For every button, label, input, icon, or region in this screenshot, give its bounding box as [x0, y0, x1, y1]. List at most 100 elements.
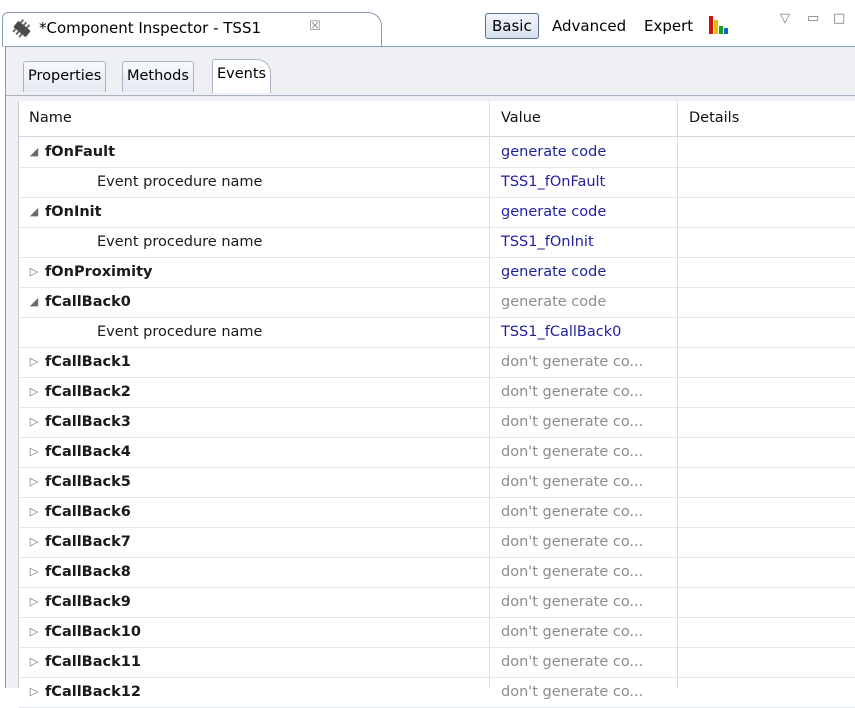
- row-value-cell[interactable]: don't generate co...: [501, 377, 643, 407]
- expand-toggle-icon[interactable]: ▷: [27, 257, 41, 287]
- row-details-cell: [689, 137, 849, 167]
- component-inspector-panel: Properties Methods Events Name Value Det…: [5, 46, 855, 708]
- table-header: Name Value Details: [19, 101, 855, 137]
- row-value-cell[interactable]: don't generate co...: [501, 467, 643, 497]
- row-name-cell: Event procedure name: [97, 324, 263, 340]
- row-value-cell[interactable]: don't generate co...: [501, 407, 643, 437]
- row-details-cell: [689, 197, 849, 227]
- expand-toggle-icon[interactable]: ▷: [27, 407, 41, 437]
- row-name-cell: fCallBack1: [45, 354, 131, 370]
- row-details-cell: [689, 557, 849, 587]
- row-value-cell[interactable]: don't generate co...: [501, 557, 643, 587]
- row-details-cell: [689, 617, 849, 647]
- table-row-event[interactable]: ▷ fCallBack2 don't generate co...: [19, 377, 855, 408]
- row-value-cell[interactable]: don't generate co...: [501, 587, 643, 617]
- column-header-details[interactable]: Details: [689, 101, 739, 136]
- row-details-cell: [689, 317, 849, 347]
- row-name-cell: fCallBack6: [45, 504, 131, 520]
- row-details-cell: [689, 527, 849, 557]
- row-value-cell[interactable]: generate code: [501, 137, 606, 167]
- row-details-cell: [689, 257, 849, 287]
- tab-methods[interactable]: Methods: [122, 61, 194, 92]
- row-value-cell[interactable]: TSS1_fCallBack0: [501, 317, 621, 347]
- table-row-event[interactable]: ▷ fCallBack10 don't generate co...: [19, 617, 855, 648]
- expand-toggle-icon[interactable]: ▷: [27, 677, 41, 707]
- row-details-cell: [689, 287, 849, 317]
- row-value-cell[interactable]: generate code: [501, 287, 606, 317]
- row-name-cell: fCallBack12: [45, 684, 141, 700]
- row-name-cell: fCallBack4: [45, 444, 131, 460]
- row-value-cell[interactable]: TSS1_fOnInit: [501, 227, 594, 257]
- table-row-property[interactable]: Event procedure name TSS1_fOnFault: [19, 167, 855, 198]
- collapse-toggle-icon[interactable]: ◢: [27, 287, 41, 317]
- expand-toggle-icon[interactable]: ▷: [27, 557, 41, 587]
- row-value-cell[interactable]: don't generate co...: [501, 497, 643, 527]
- row-name-cell: fCallBack0: [45, 294, 131, 310]
- table-row-event[interactable]: ▷ fCallBack1 don't generate co...: [19, 347, 855, 378]
- row-details-cell: [689, 347, 849, 377]
- table-row-event[interactable]: ▷ fOnProximity generate code: [19, 257, 855, 288]
- expert-mode-button[interactable]: Expert: [638, 13, 699, 39]
- view-title: *Component Inspector - TSS1: [39, 19, 262, 37]
- row-value-cell[interactable]: don't generate co...: [501, 347, 643, 377]
- row-details-cell: [689, 377, 849, 407]
- table-row-event[interactable]: ◢ fOnFault generate code: [19, 137, 855, 168]
- view-tab-component-inspector[interactable]: *Component Inspector - TSS1 ☒: [2, 12, 382, 47]
- row-name-cell: fCallBack8: [45, 564, 131, 580]
- row-value-cell[interactable]: don't generate co...: [501, 527, 643, 557]
- table-row-event[interactable]: ▷ fCallBack5 don't generate co...: [19, 467, 855, 498]
- row-value-cell[interactable]: generate code: [501, 257, 606, 287]
- table-row-event[interactable]: ◢ fOnInit generate code: [19, 197, 855, 228]
- expand-toggle-icon[interactable]: ▷: [27, 467, 41, 497]
- table-row-event[interactable]: ▷ fCallBack9 don't generate co...: [19, 587, 855, 618]
- tab-properties[interactable]: Properties: [23, 61, 107, 92]
- view-menu-icon[interactable]: ▽: [780, 11, 790, 26]
- row-value-cell[interactable]: don't generate co...: [501, 677, 643, 707]
- row-name-cell: fCallBack9: [45, 594, 131, 610]
- advanced-mode-button[interactable]: Advanced: [546, 13, 632, 39]
- table-row-event[interactable]: ▷ fCallBack6 don't generate co...: [19, 497, 855, 528]
- row-details-cell: [689, 437, 849, 467]
- row-details-cell: [689, 467, 849, 497]
- row-value-cell[interactable]: generate code: [501, 197, 606, 227]
- row-name-cell: fCallBack11: [45, 654, 141, 670]
- table-row-event[interactable]: ▷ fCallBack12 don't generate co...: [19, 677, 855, 708]
- row-value-cell[interactable]: don't generate co...: [501, 437, 643, 467]
- row-name-cell: fCallBack3: [45, 414, 131, 430]
- row-name-cell: fOnInit: [45, 204, 102, 220]
- collapse-toggle-icon[interactable]: ◢: [27, 137, 41, 167]
- row-name-cell: fCallBack2: [45, 384, 131, 400]
- column-header-name[interactable]: Name: [29, 101, 72, 136]
- maximize-icon[interactable]: □: [833, 11, 845, 26]
- row-details-cell: [689, 407, 849, 437]
- row-value-cell[interactable]: don't generate co...: [501, 617, 643, 647]
- row-value-cell[interactable]: don't generate co...: [501, 647, 643, 677]
- minimize-icon[interactable]: ▭: [807, 11, 819, 26]
- close-icon[interactable]: ☒: [309, 19, 321, 34]
- table-row-property[interactable]: Event procedure name TSS1_fOnInit: [19, 227, 855, 258]
- table-row-event[interactable]: ◢ fCallBack0 generate code: [19, 287, 855, 318]
- row-name-cell: Event procedure name: [97, 174, 263, 190]
- table-row-property[interactable]: Event procedure name TSS1_fCallBack0: [19, 317, 855, 348]
- table-row-event[interactable]: ▷ fCallBack4 don't generate co...: [19, 437, 855, 468]
- expand-toggle-icon[interactable]: ▷: [27, 527, 41, 557]
- table-row-event[interactable]: ▷ fCallBack11 don't generate co...: [19, 647, 855, 678]
- expand-toggle-icon[interactable]: ▷: [27, 437, 41, 467]
- column-header-value[interactable]: Value: [501, 101, 541, 136]
- row-name-cell: Event procedure name: [97, 234, 263, 250]
- expand-toggle-icon[interactable]: ▷: [27, 587, 41, 617]
- expand-toggle-icon[interactable]: ▷: [27, 617, 41, 647]
- collapse-toggle-icon[interactable]: ◢: [27, 197, 41, 227]
- expand-toggle-icon[interactable]: ▷: [27, 497, 41, 527]
- table-row-event[interactable]: ▷ fCallBack3 don't generate co...: [19, 407, 855, 438]
- basic-mode-button[interactable]: Basic: [485, 13, 539, 39]
- table-row-event[interactable]: ▷ fCallBack8 don't generate co...: [19, 557, 855, 588]
- tab-events[interactable]: Events: [212, 59, 272, 93]
- row-details-cell: [689, 167, 849, 197]
- chart-icon[interactable]: [708, 12, 730, 36]
- expand-toggle-icon[interactable]: ▷: [27, 347, 41, 377]
- expand-toggle-icon[interactable]: ▷: [27, 377, 41, 407]
- expand-toggle-icon[interactable]: ▷: [27, 647, 41, 677]
- row-value-cell[interactable]: TSS1_fOnFault: [501, 167, 605, 197]
- table-row-event[interactable]: ▷ fCallBack7 don't generate co...: [19, 527, 855, 558]
